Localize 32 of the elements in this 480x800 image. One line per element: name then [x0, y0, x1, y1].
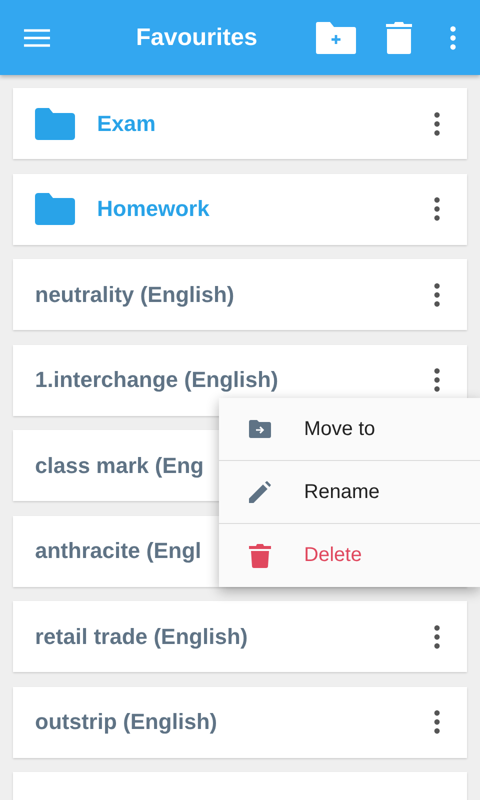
- folder-icon: [35, 193, 75, 225]
- more-icon: [434, 624, 440, 648]
- word-entry: retail trade (English): [35, 624, 248, 650]
- menu-item[interactable]: Delete: [219, 524, 480, 587]
- word-entry: class mark (Eng: [35, 452, 204, 478]
- screen-title: Favourites: [136, 24, 258, 52]
- more-icon: [434, 112, 440, 136]
- more-icon: [450, 26, 456, 50]
- more-icon: [434, 710, 440, 734]
- word-entry: 1.interchange (English): [35, 367, 278, 393]
- menu-icon: [24, 28, 50, 46]
- list-card[interactable]: outstrip (English): [13, 686, 467, 758]
- trash-icon: [249, 544, 271, 568]
- word-entry: outstrip (English): [35, 709, 218, 735]
- more-icon: [434, 197, 440, 221]
- folder-name: Homework: [97, 196, 210, 222]
- pencil-icon: [249, 481, 271, 503]
- word-entry: neutrality (English): [35, 282, 234, 308]
- list-card[interactable]: neutrality (English): [13, 259, 467, 330]
- folder-plus-icon: [316, 22, 356, 54]
- word-entry: anthracite (Engl: [35, 538, 202, 564]
- list-card[interactable]: retail trade (English): [13, 601, 467, 672]
- more-icon: [434, 282, 440, 306]
- more-icon: [434, 368, 440, 392]
- menu-item[interactable]: Move to: [219, 398, 480, 461]
- list-card[interactable]: Exam: [13, 88, 467, 159]
- folder-icon: [35, 108, 75, 140]
- trash-icon: [386, 22, 412, 54]
- folder-arrow-icon: [249, 420, 271, 438]
- folder-name: Exam: [97, 110, 156, 136]
- list-card[interactable]: Homework: [13, 174, 467, 244]
- menu-item[interactable]: Rename: [219, 461, 480, 524]
